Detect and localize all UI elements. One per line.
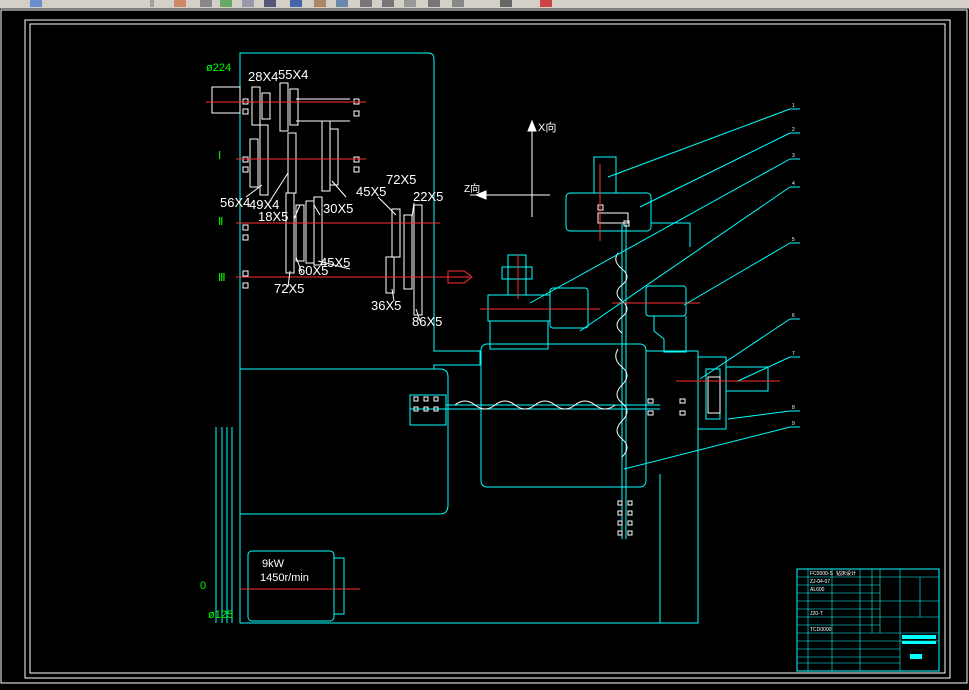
title-block: FC0000-S ZJ-04-07 AL600 J20-T TCD0000 钻床…	[796, 568, 940, 672]
svg-text:2: 2	[792, 127, 795, 133]
gear-label-22x5: 22X5	[413, 189, 443, 204]
layers-icon[interactable]	[220, 0, 232, 7]
motor-speed: 1450r/min	[260, 572, 309, 584]
refresh-icon[interactable]	[290, 0, 302, 7]
title-block-col-1: 钻床设计	[836, 570, 856, 577]
cad-toolbar	[0, 0, 969, 9]
title-block-row-9: TCD0000	[810, 627, 832, 633]
gear-label-56x4: 56X4	[220, 195, 250, 210]
title-block-row-1: FC0000-S	[810, 571, 833, 577]
svg-text:3: 3	[792, 153, 795, 159]
pulley-top-diameter: ø224	[206, 62, 231, 74]
svg-text:4: 4	[792, 181, 795, 187]
window-icon[interactable]	[404, 0, 416, 7]
copy-icon[interactable]	[242, 0, 254, 7]
grid-icon[interactable]	[428, 0, 440, 7]
side-bracket	[697, 356, 727, 430]
motor-power: 9kW	[262, 558, 285, 570]
gear-labels: 28X4 55X4 56X4 49X4 18X5 30X5 45X5 72X5 …	[220, 67, 443, 329]
axis-symbol	[470, 119, 550, 217]
title-block-row-3: AL600	[810, 587, 825, 593]
cad-drawing: X向 Z向 1 2 3 4 5 6 7 8 9 28X4 55X4 56X4 4…	[0, 9, 968, 684]
view-icon[interactable]	[150, 0, 154, 7]
machine-body	[215, 52, 769, 624]
svg-text:5: 5	[792, 237, 795, 243]
gear-label-86x5: 86X5	[412, 314, 442, 329]
shaft-mark-1: Ⅰ	[218, 150, 221, 162]
gear-label-45x5-a: 45X5	[356, 184, 386, 199]
gear-label-18x5: 18X5	[258, 209, 288, 224]
shaft-mark-2: Ⅱ	[218, 216, 223, 228]
gear-label-28x4: 28X4	[248, 69, 278, 84]
gear-label-55x4: 55X4	[278, 67, 308, 82]
zoom-icon[interactable]	[336, 0, 348, 7]
gear-label-72x5-a: 72X5	[386, 172, 416, 187]
axis-z-label: Z向	[464, 182, 480, 195]
pen-icon[interactable]	[500, 0, 512, 7]
bearings	[242, 98, 686, 536]
gear-label-60x5: 60X5	[298, 263, 328, 278]
drill-head	[565, 192, 652, 232]
shaft-mark-3: Ⅲ	[218, 272, 226, 284]
svg-text:1: 1	[792, 103, 795, 109]
wrench-icon[interactable]	[200, 0, 212, 7]
title-block-row-2: ZJ-04-07	[810, 579, 830, 585]
rotate-right-icon[interactable]	[382, 0, 394, 7]
gear-label-72x5-b: 72X5	[274, 281, 304, 296]
svg-text:7: 7	[792, 351, 795, 357]
rotate-left-icon[interactable]	[360, 0, 372, 7]
gear-train	[211, 82, 721, 414]
leader-lines	[529, 108, 800, 470]
svg-text:8: 8	[792, 405, 795, 411]
green-annotations: ø224 ø125 Ⅰ Ⅱ Ⅲ 0	[200, 62, 233, 621]
paste-icon[interactable]	[452, 0, 464, 7]
center-lines	[206, 101, 780, 590]
app-icon[interactable]	[30, 0, 42, 7]
properties-icon[interactable]	[314, 0, 326, 7]
drawing-canvas[interactable]: X向 Z向 1 2 3 4 5 6 7 8 9 28X4 55X4 56X4 4…	[0, 9, 969, 685]
draw-icon[interactable]	[174, 0, 186, 7]
arrow-down-icon[interactable]	[264, 0, 276, 7]
leader-numbers: 1 2 3 4 5 6 7 8 9	[792, 103, 795, 427]
svg-text:6: 6	[792, 313, 795, 319]
gear-label-36x5: 36X5	[371, 298, 401, 313]
bottom-motor	[247, 550, 335, 622]
bottom-mark: 0	[200, 580, 206, 592]
worktable-box	[480, 343, 647, 488]
gear-label-30x5: 30X5	[323, 201, 353, 216]
flag-icon[interactable]	[540, 0, 552, 7]
svg-text:9: 9	[792, 421, 795, 427]
pulley-bottom-diameter: ø125	[208, 609, 233, 621]
title-block-row-7: J20-T	[810, 611, 823, 617]
axis-x-label: X向	[538, 120, 556, 134]
